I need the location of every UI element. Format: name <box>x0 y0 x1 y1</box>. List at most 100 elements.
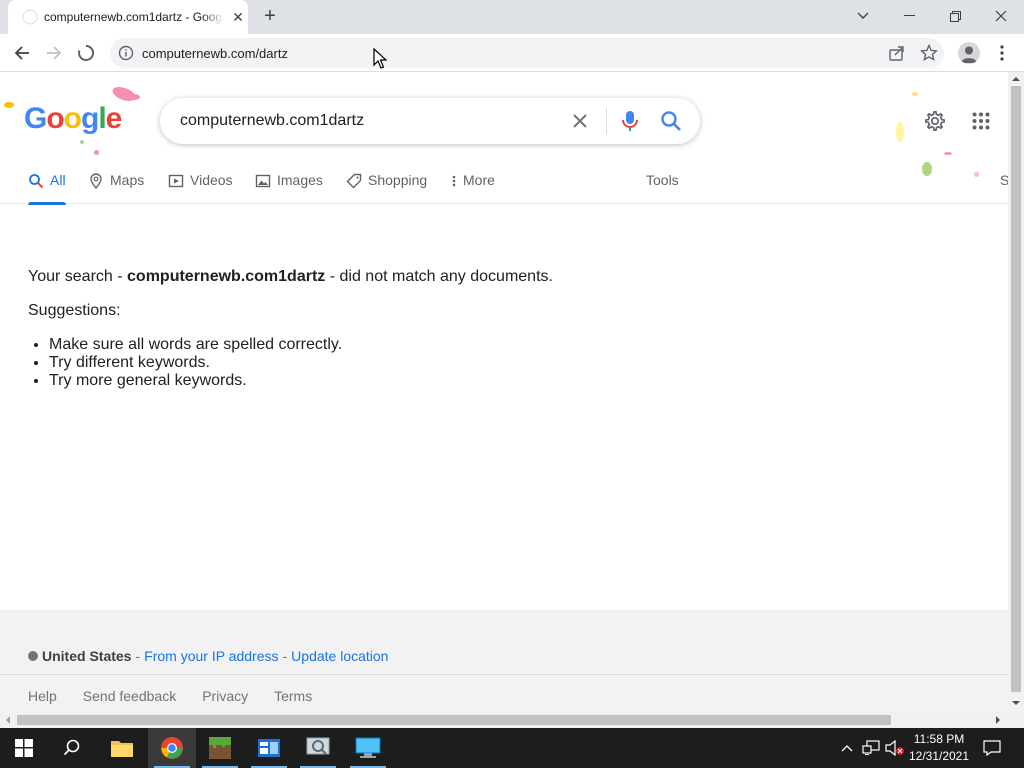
profile-avatar-icon[interactable] <box>958 42 980 64</box>
suggestion-item: Make sure all words are spelled correctl… <box>49 336 342 354</box>
url-text[interactable]: computernewb.com/dartz <box>142 46 288 61</box>
settings-gear-icon[interactable] <box>924 110 946 132</box>
show-hidden-icons-button[interactable] <box>838 728 856 768</box>
address-bar[interactable]: computernewb.com/dartz <box>110 38 944 68</box>
google-apps-grid-icon[interactable] <box>972 112 990 130</box>
confetti-decoration <box>80 140 84 144</box>
restore-button[interactable] <box>932 0 978 32</box>
tab-strip: computernewb.com1dartz - Google Search ✕… <box>0 0 1024 34</box>
network-tray-button[interactable] <box>860 728 882 768</box>
stop-loading-button[interactable] <box>74 41 98 65</box>
browser-tab[interactable]: computernewb.com1dartz - Google Search ✕ <box>8 0 248 34</box>
no-results-prefix: Your search - <box>28 268 128 285</box>
footer-divider <box>0 674 1008 675</box>
image-icon <box>255 174 271 188</box>
search-icon <box>63 739 80 756</box>
horizontal-scroll-thumb[interactable] <box>17 715 891 725</box>
scrollbar-corner <box>1008 712 1024 728</box>
network-icon <box>862 740 880 755</box>
minecraft-taskbar-button[interactable] <box>196 728 244 768</box>
tools-button[interactable]: Tools <box>646 168 679 204</box>
tab-shopping[interactable]: Shopping <box>346 168 427 204</box>
page-content: Google All <box>0 72 1008 712</box>
vertical-scrollbar[interactable] <box>1008 72 1024 712</box>
send-feedback-link[interactable]: Send feedback <box>83 688 176 704</box>
loading-spinner-icon <box>78 44 95 61</box>
clear-search-icon[interactable] <box>570 111 590 131</box>
google-logo[interactable]: Google <box>24 102 122 136</box>
tab-images[interactable]: Images <box>255 168 323 204</box>
help-link[interactable]: Help <box>28 688 57 704</box>
tools-label: Tools <box>646 172 679 188</box>
footer-links: Help Send feedback Privacy Terms <box>28 688 312 704</box>
search-divider <box>606 108 607 134</box>
scroll-left-arrow-icon[interactable] <box>4 716 12 724</box>
search-icon[interactable] <box>660 110 682 132</box>
taskbar-clock[interactable]: 11:58 PM 12/31/2021 <box>904 731 974 765</box>
browser-toolbar: computernewb.com/dartz <box>0 34 1024 72</box>
windows-logo-icon <box>15 739 33 757</box>
tab-all[interactable]: All <box>28 168 66 205</box>
from-ip-link[interactable]: From your IP address <box>144 648 278 664</box>
no-results-suffix: - did not match any documents. <box>325 268 553 285</box>
chrome-icon <box>161 737 183 759</box>
suggestions-list: Make sure all words are spelled correctl… <box>49 336 342 390</box>
tab-label: Images <box>277 172 323 188</box>
clock-time: 11:58 PM <box>913 732 965 746</box>
scroll-up-arrow-icon[interactable] <box>1012 75 1020 83</box>
tab-label: Shopping <box>368 172 428 188</box>
remote-desktop-taskbar-button[interactable] <box>344 728 392 768</box>
new-tab-button[interactable]: + <box>259 5 281 27</box>
horizontal-scrollbar[interactable] <box>0 712 1008 728</box>
scroll-down-arrow-icon[interactable] <box>1012 699 1020 707</box>
search-input[interactable] <box>180 98 560 144</box>
confetti-decoration <box>94 150 99 155</box>
file-explorer-button[interactable] <box>98 728 146 768</box>
confetti-decoration <box>4 102 14 108</box>
control-panel-taskbar-button[interactable] <box>245 728 293 768</box>
cut-off-tab-label[interactable]: S <box>1000 172 1008 188</box>
chrome-taskbar-button[interactable] <box>148 728 196 768</box>
clock-date: 12/31/2021 <box>908 749 970 763</box>
minimize-button[interactable] <box>886 0 932 32</box>
location-separator: - <box>282 648 288 664</box>
suggestions-title: Suggestions: <box>28 302 121 319</box>
update-location-link[interactable]: Update location <box>291 648 388 664</box>
google-favicon-icon <box>22 9 38 25</box>
no-results-query: computernewb.com1dartz <box>127 268 326 285</box>
start-button[interactable] <box>0 728 48 768</box>
scroll-right-arrow-icon[interactable] <box>994 716 1002 724</box>
tab-more[interactable]: More <box>451 168 495 204</box>
map-pin-icon <box>90 173 102 189</box>
microphone-icon[interactable] <box>620 109 640 133</box>
suggestion-item: Try different keywords. <box>49 354 342 372</box>
network-tool-taskbar-button[interactable] <box>294 728 342 768</box>
notifications-button[interactable] <box>980 728 1004 768</box>
bookmark-star-icon[interactable] <box>920 44 938 62</box>
search-tabs: All Maps Videos Images Shopping More Too… <box>0 168 1008 205</box>
info-icon[interactable] <box>118 45 134 61</box>
volume-tray-button[interactable] <box>884 728 906 768</box>
tag-icon <box>346 173 362 189</box>
forward-button[interactable] <box>42 41 66 65</box>
tab-close-icon[interactable]: ✕ <box>230 9 246 25</box>
network-monitor-icon <box>306 737 330 755</box>
close-window-button[interactable] <box>978 0 1024 32</box>
terms-link[interactable]: Terms <box>274 688 312 704</box>
vertical-scroll-thumb[interactable] <box>1011 86 1021 692</box>
privacy-link[interactable]: Privacy <box>202 688 248 704</box>
taskbar-search-button[interactable] <box>48 728 96 768</box>
location-country: United States <box>42 648 132 664</box>
back-button[interactable] <box>10 41 34 65</box>
folder-icon <box>111 741 133 757</box>
location-dot-icon <box>28 651 38 661</box>
tab-videos[interactable]: Videos <box>168 168 233 204</box>
tab-maps[interactable]: Maps <box>88 168 144 204</box>
tab-label: More <box>463 172 495 188</box>
tab-search-chevron-icon[interactable] <box>840 0 886 32</box>
confetti-decoration <box>944 152 952 155</box>
share-icon[interactable] <box>888 44 906 62</box>
search-box[interactable] <box>160 98 700 144</box>
control-panel-icon <box>258 739 280 757</box>
chrome-menu-icon[interactable] <box>994 42 1010 64</box>
